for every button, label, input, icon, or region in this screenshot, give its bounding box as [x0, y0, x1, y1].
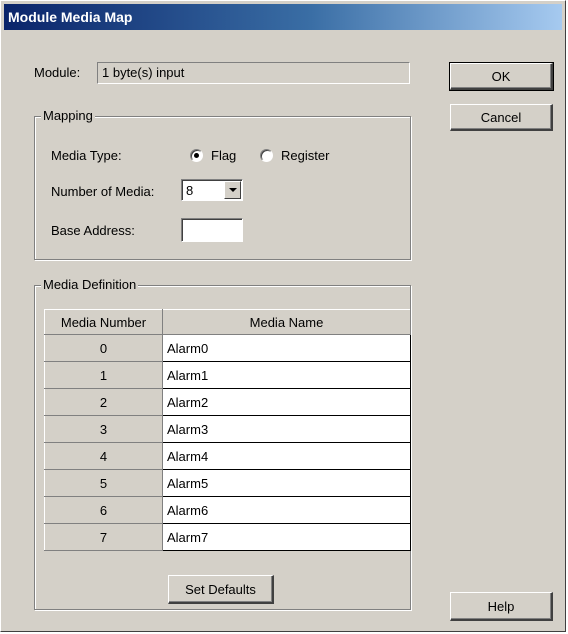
- media-name-cell[interactable]: Alarm4: [162, 442, 411, 470]
- media-number-cell: 6: [44, 496, 163, 524]
- media-name-cell[interactable]: Alarm7: [162, 523, 411, 551]
- media-number-cell: 0: [44, 334, 163, 362]
- media-number-cell: 4: [44, 442, 163, 470]
- module-label: Module:: [34, 65, 81, 80]
- table-row: 5 Alarm5: [44, 469, 411, 497]
- media-table: Media Number Media Name 0 Alarm0 1 Alarm…: [44, 309, 411, 551]
- register-radio-label[interactable]: Register: [281, 148, 329, 163]
- module-media-map-dialog: Module Media Map Module: 1 byte(s) input…: [0, 0, 566, 632]
- media-number-cell: 2: [44, 388, 163, 416]
- cancel-button[interactable]: Cancel: [450, 104, 553, 131]
- help-button[interactable]: Help: [450, 592, 553, 621]
- column-header-media-name[interactable]: Media Name: [162, 309, 411, 335]
- number-of-media-value: 8: [186, 183, 194, 198]
- table-row: 7 Alarm7: [44, 523, 411, 551]
- media-name-cell[interactable]: Alarm1: [162, 361, 411, 389]
- table-row: 6 Alarm6: [44, 496, 411, 524]
- table-row: 4 Alarm4: [44, 442, 411, 470]
- mapping-group-title: Mapping: [41, 108, 95, 123]
- table-row: 1 Alarm1: [44, 361, 411, 389]
- media-number-cell: 3: [44, 415, 163, 443]
- media-name-cell[interactable]: Alarm2: [162, 388, 411, 416]
- media-number-cell: 1: [44, 361, 163, 389]
- register-radio[interactable]: [260, 149, 273, 162]
- table-row: 0 Alarm0: [44, 334, 411, 362]
- dialog-title: Module Media Map: [4, 4, 562, 30]
- table-row: 2 Alarm2: [44, 388, 411, 416]
- media-name-cell[interactable]: Alarm0: [162, 334, 411, 362]
- number-of-media-label: Number of Media:: [51, 184, 155, 199]
- media-number-cell: 5: [44, 469, 163, 497]
- flag-radio-label[interactable]: Flag: [211, 148, 236, 163]
- flag-radio[interactable]: [190, 149, 203, 162]
- radio-selected-dot: [194, 153, 199, 158]
- number-of-media-select[interactable]: 8: [181, 179, 243, 201]
- ok-button[interactable]: OK: [449, 62, 554, 91]
- column-header-media-number[interactable]: Media Number: [44, 309, 163, 335]
- table-row: 3 Alarm3: [44, 415, 411, 443]
- set-defaults-button[interactable]: Set Defaults: [168, 575, 274, 604]
- media-name-cell[interactable]: Alarm3: [162, 415, 411, 443]
- chevron-down-icon[interactable]: [224, 181, 241, 199]
- media-name-cell[interactable]: Alarm5: [162, 469, 411, 497]
- module-value: 1 byte(s) input: [97, 62, 410, 84]
- base-address-input[interactable]: [181, 218, 243, 242]
- media-name-cell[interactable]: Alarm6: [162, 496, 411, 524]
- base-address-label: Base Address:: [51, 223, 135, 238]
- media-number-cell: 7: [44, 523, 163, 551]
- media-type-label: Media Type:: [51, 148, 122, 163]
- media-definition-group-title: Media Definition: [41, 277, 139, 292]
